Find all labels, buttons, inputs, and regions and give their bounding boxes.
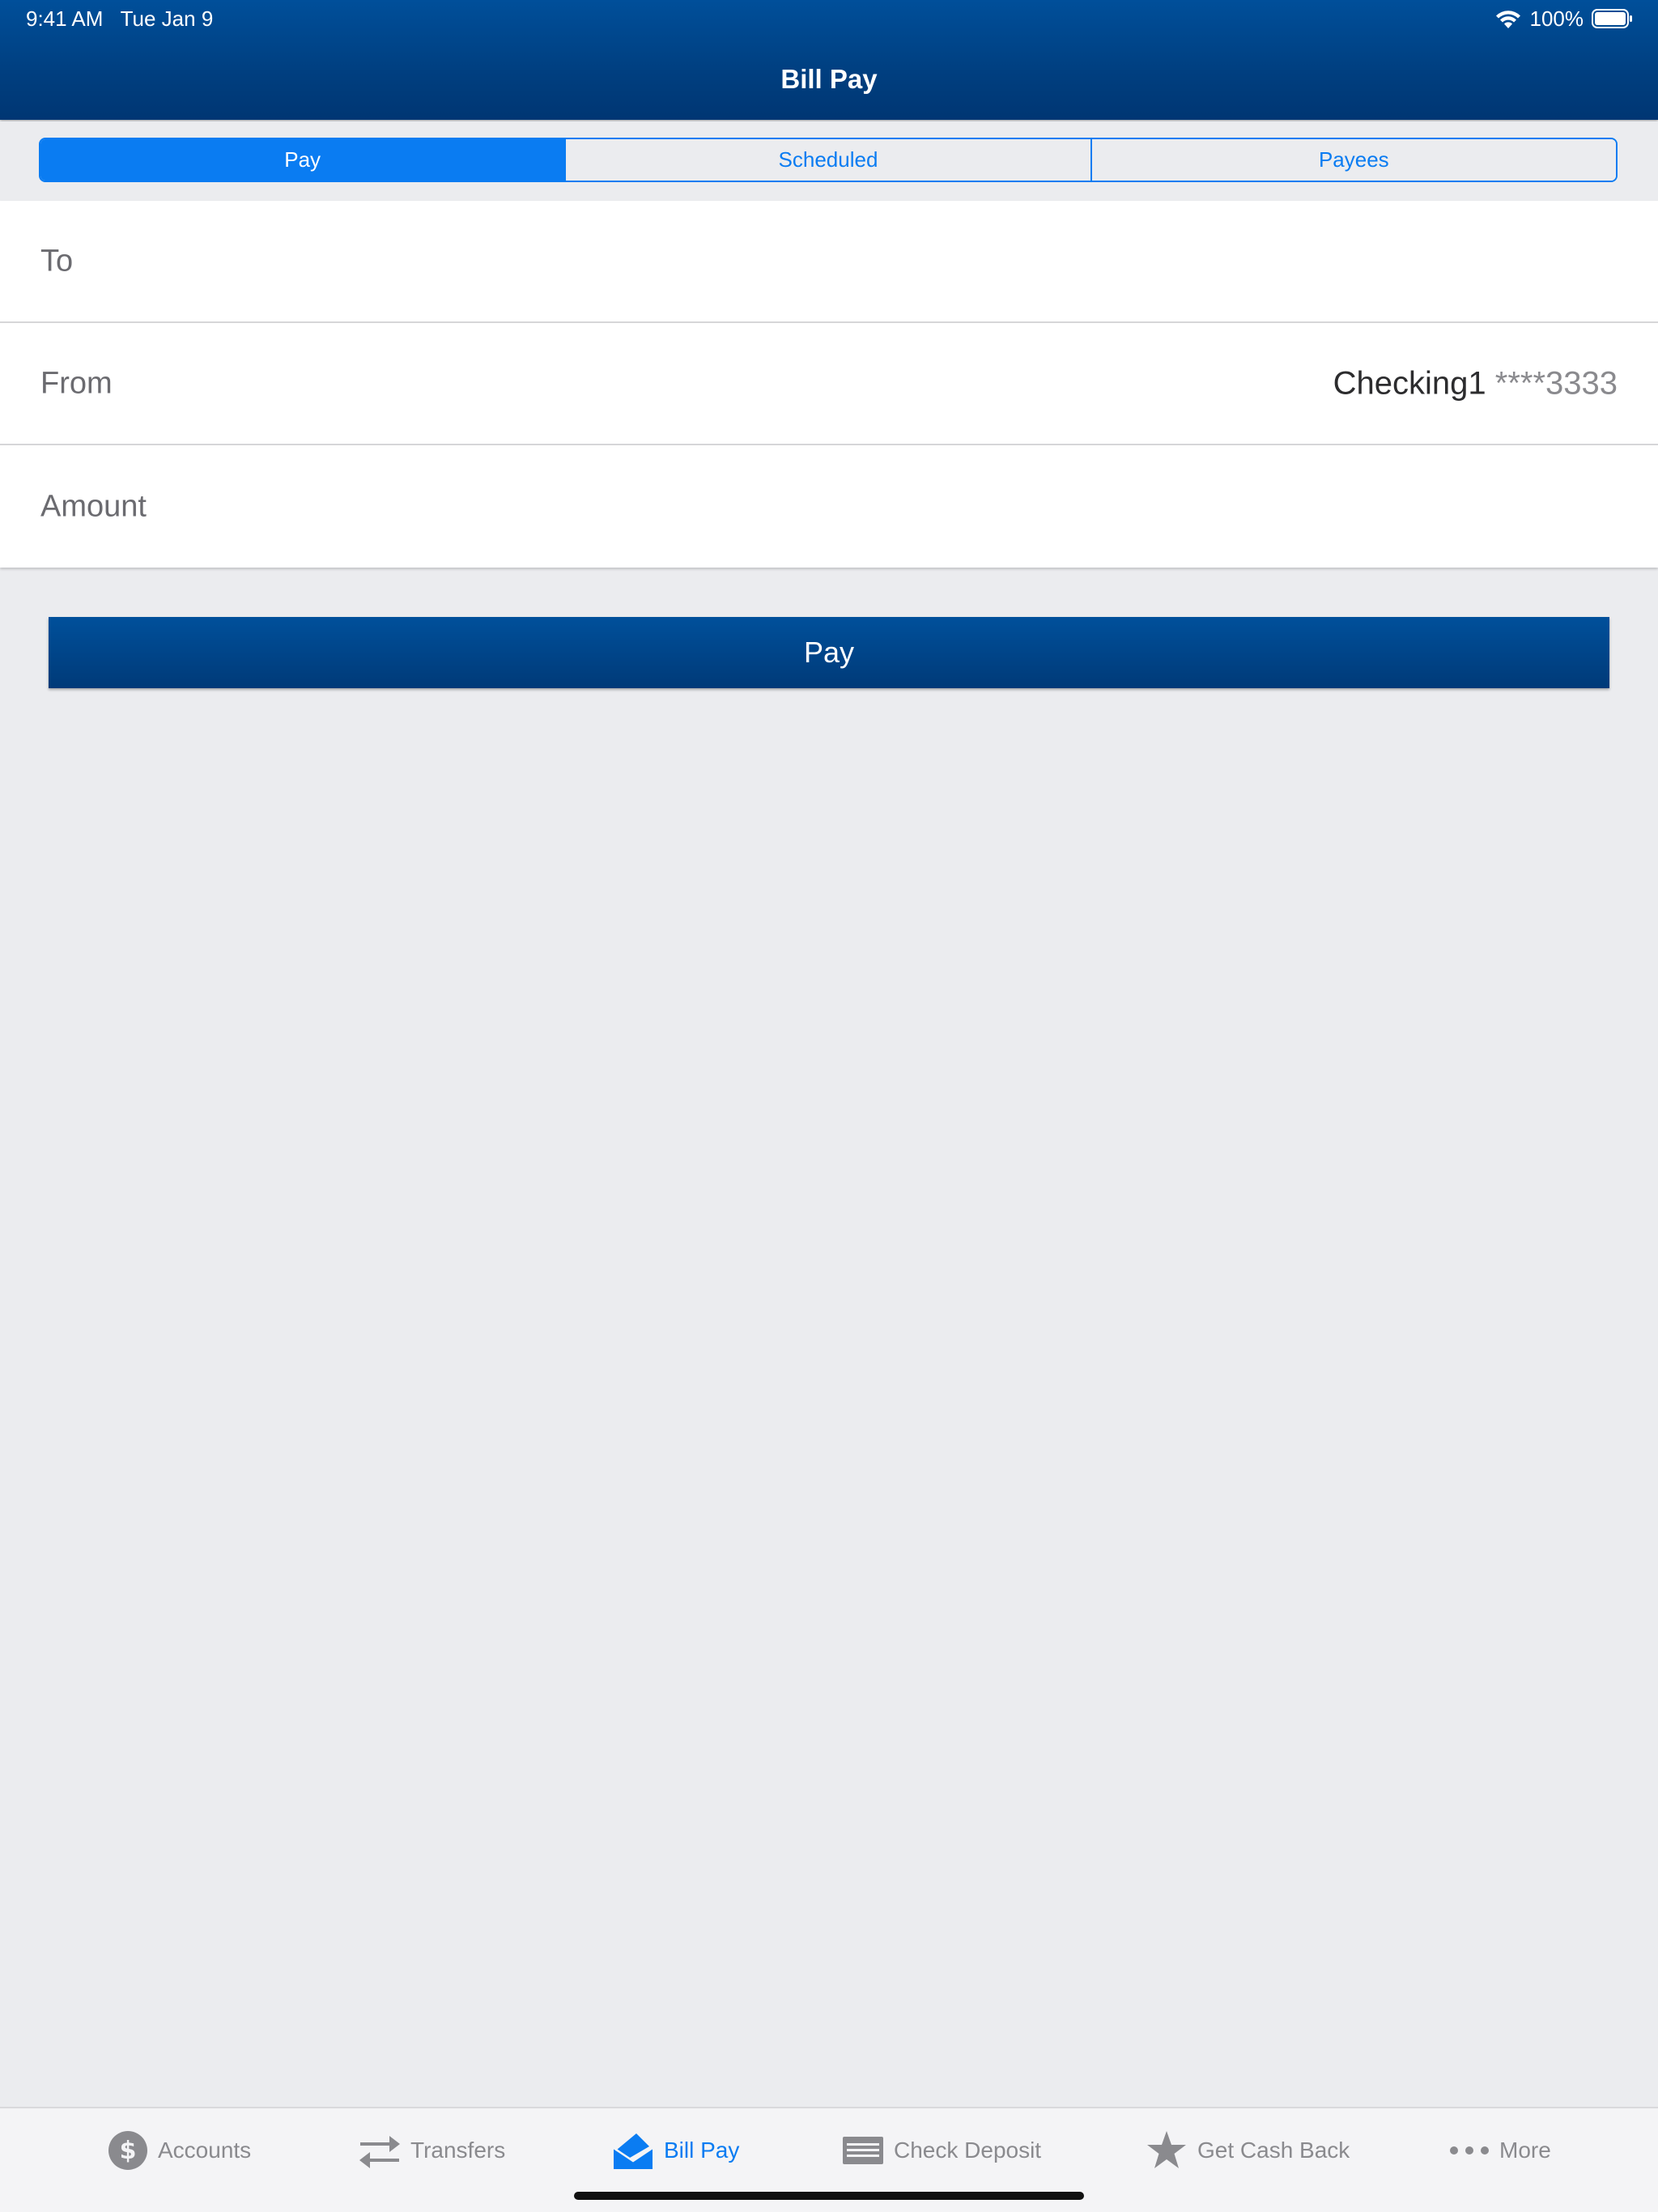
tab-get-cash-back[interactable]: Get Cash Back: [1146, 2128, 1350, 2173]
from-account-value: Checking1 ****3333: [1333, 365, 1618, 402]
tab-check-deposit-label: Check Deposit: [894, 2138, 1042, 2163]
battery-percentage: 100%: [1529, 6, 1584, 31]
bill-pay-form: To From Checking1 ****3333 Amount: [0, 201, 1658, 568]
tab-get-cash-back-label: Get Cash Back: [1197, 2138, 1350, 2163]
transfer-arrows-icon: [359, 2136, 400, 2168]
ellipsis-icon: [1450, 2146, 1489, 2155]
amount-field[interactable]: Amount: [0, 445, 1658, 568]
tab-check-deposit[interactable]: Check Deposit: [842, 2128, 1041, 2173]
tab-more-label: More: [1499, 2138, 1551, 2163]
tab-transfers-label: Transfers: [410, 2138, 506, 2163]
segment-payees[interactable]: Payees: [1090, 139, 1616, 181]
segmented-control: Pay Scheduled Payees: [39, 138, 1618, 182]
to-label: To: [40, 244, 74, 278]
to-field[interactable]: To: [0, 201, 1658, 323]
envelope-bill-icon: [613, 2133, 653, 2169]
segment-pay[interactable]: Pay: [40, 139, 565, 181]
home-indicator: [574, 2192, 1084, 2200]
page-title: Bill Pay: [780, 64, 878, 94]
dollar-circle-icon: $: [108, 2131, 147, 2170]
svg-text:$: $: [120, 2137, 137, 2165]
from-label: From: [40, 366, 113, 400]
tab-accounts[interactable]: $ Accounts: [108, 2128, 251, 2173]
status-time: 9:41 AM: [26, 6, 104, 31]
tab-bill-pay[interactable]: Bill Pay: [612, 2128, 739, 2173]
tab-more[interactable]: More: [1449, 2128, 1551, 2173]
check-icon: [843, 2137, 883, 2164]
tab-transfers[interactable]: Transfers: [359, 2128, 505, 2173]
wifi-icon: [1495, 11, 1520, 28]
status-date: Tue Jan 9: [120, 6, 214, 31]
star-icon: [1147, 2131, 1186, 2168]
amount-label: Amount: [40, 489, 147, 523]
battery-icon: [1592, 9, 1632, 28]
segment-scheduled[interactable]: Scheduled: [564, 139, 1090, 181]
status-bar-indicators: 100%: [1494, 6, 1635, 31]
navigation-header: 9:41 AM Tue Jan 9 100% Bill Pay: [0, 0, 1658, 120]
from-account-name: Checking1: [1333, 365, 1486, 401]
status-bar-datetime: 9:41 AM Tue Jan 9: [26, 6, 213, 31]
tab-bill-pay-label: Bill Pay: [664, 2138, 740, 2163]
pay-button[interactable]: Pay: [49, 617, 1609, 688]
from-account-mask: ****3333: [1494, 365, 1618, 401]
tab-accounts-label: Accounts: [158, 2138, 252, 2163]
segment-bar: Pay Scheduled Payees: [0, 121, 1658, 199]
from-field[interactable]: From Checking1 ****3333: [0, 323, 1658, 445]
